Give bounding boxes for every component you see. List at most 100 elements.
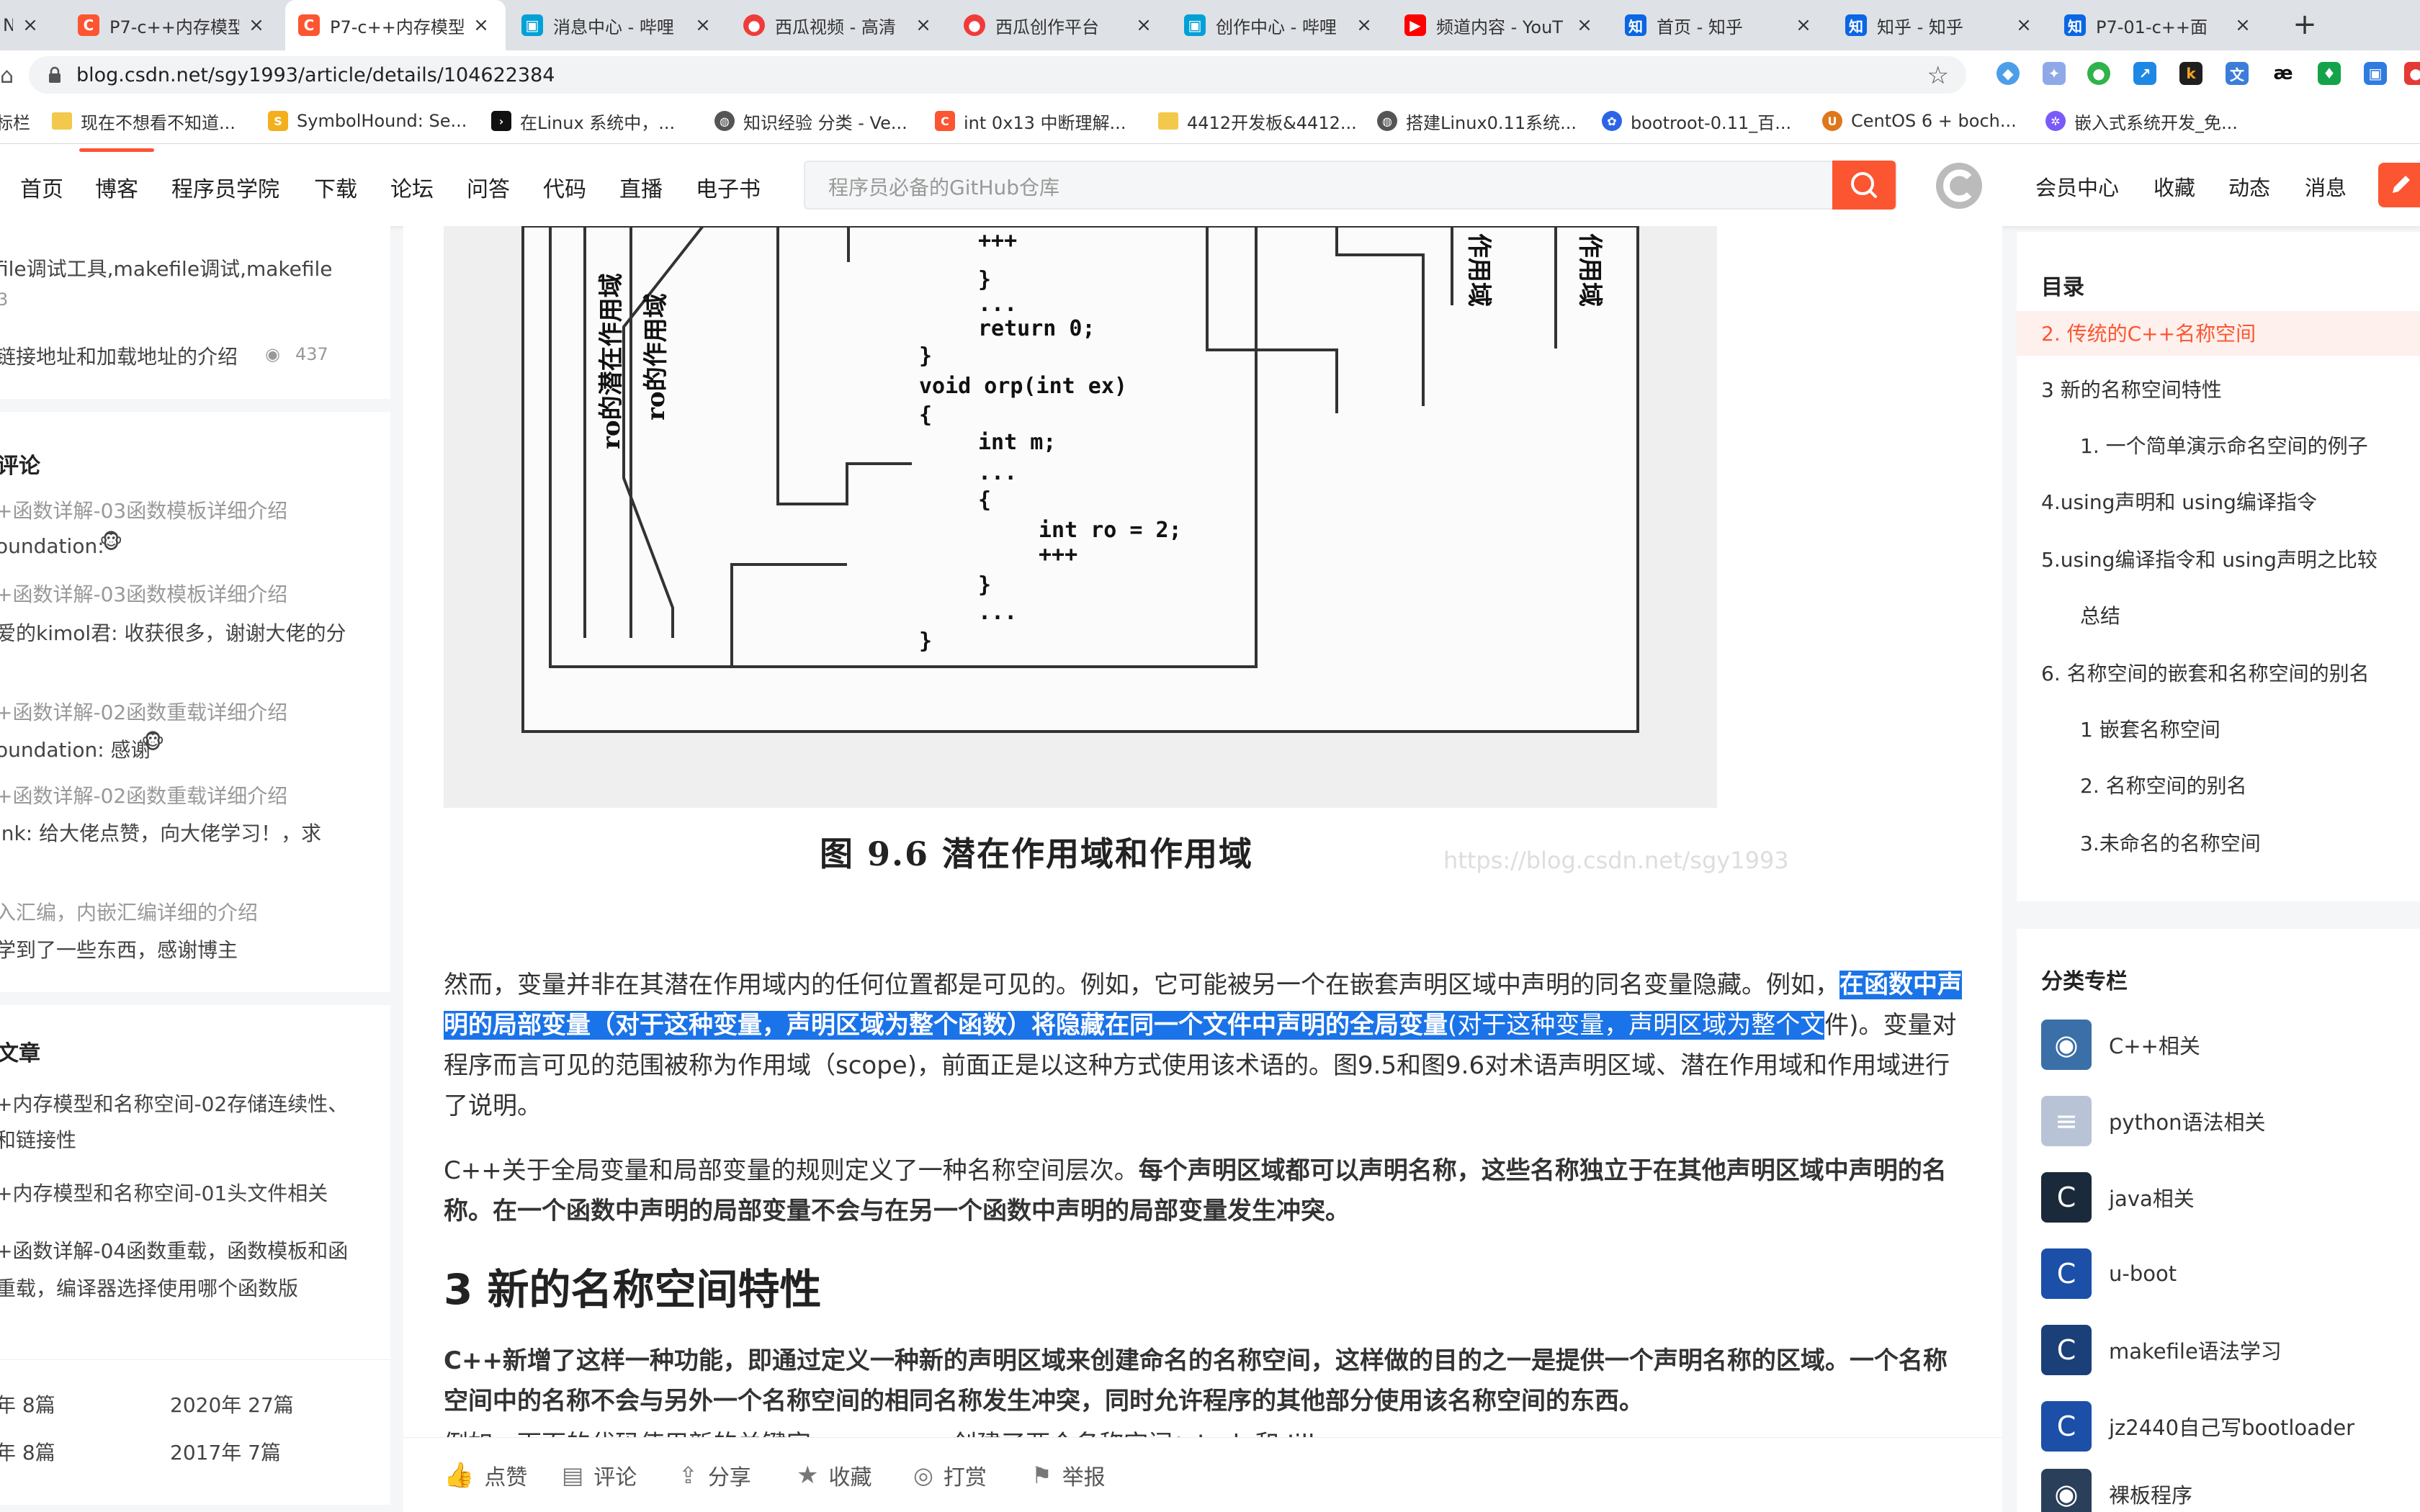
- tab-close-icon[interactable]: ×: [2233, 14, 2253, 36]
- csdn-logo[interactable]: [1935, 161, 1984, 210]
- column-item[interactable]: C makefile语法学习: [2041, 1325, 2282, 1375]
- browser-tab-9[interactable]: 知 知乎 - 知乎 ×: [1832, 0, 2048, 50]
- tab-close-icon[interactable]: ×: [1793, 14, 1814, 36]
- article-link[interactable]: +内存模型和名称空间-02存储连续性、: [0, 1089, 348, 1117]
- comment-article-link[interactable]: +函数详解-02函数重载详细介绍: [0, 697, 287, 726]
- article-link[interactable]: 和链接性: [0, 1125, 76, 1153]
- write-article-button[interactable]: [2378, 163, 2420, 207]
- comment-article-link[interactable]: +函数详解-02函数重载详细介绍: [0, 780, 287, 809]
- bookmark-item[interactable]: ✲ 嵌入式系统开发_免...: [2045, 107, 2238, 135]
- tab-close-icon[interactable]: ×: [2014, 14, 2034, 36]
- nav-qa[interactable]: 问答: [467, 171, 510, 203]
- browser-tab-2-active[interactable]: C P7-c++内存模型 ×: [285, 0, 506, 50]
- column-item[interactable]: ◉ C++相关: [2041, 1020, 2200, 1070]
- toc-item[interactable]: 4.using声明和 using编译指令: [2041, 487, 2317, 516]
- bookmark-folder[interactable]: 现在不想看不知道...: [52, 107, 236, 135]
- bookmark-item[interactable]: ◍ 知识经验 分类 - Ve...: [714, 107, 908, 135]
- toc-item[interactable]: 2. 名称空间的别名: [2080, 770, 2247, 799]
- archive-item[interactable]: 年 8篇: [0, 1437, 55, 1466]
- archive-item[interactable]: 年 8篇: [0, 1390, 55, 1418]
- comment-article-link[interactable]: 入汇编，内嵌汇编详细的介绍: [0, 897, 258, 926]
- toc-item[interactable]: 6. 名称空间的嵌套和名称空间的别名: [2041, 658, 2370, 687]
- selected-text[interactable]: (对于这种变量，声明区域为整个文: [1448, 1011, 1825, 1040]
- nav-academy[interactable]: 程序员学院: [171, 171, 279, 203]
- article-link[interactable]: +函数详解-04函数重载，函数模板和函: [0, 1236, 348, 1264]
- nav-member-center[interactable]: 会员中心: [2035, 171, 2119, 202]
- share-button[interactable]: ⇪ 分享: [678, 1459, 751, 1491]
- home-icon[interactable]: ⌂: [0, 63, 14, 89]
- nav-forum[interactable]: 论坛: [390, 171, 434, 203]
- tab-close-icon[interactable]: ×: [1574, 14, 1595, 36]
- browser-tab-4[interactable]: ● 西瓜视频 - 高清 ×: [730, 0, 948, 50]
- translate-extension-icon[interactable]: 文: [2226, 62, 2249, 85]
- recent-article-link[interactable]: file调试工具,makefile调试,makefile: [0, 253, 332, 282]
- tab-close-icon[interactable]: ×: [471, 14, 491, 36]
- tab-close-icon[interactable]: ×: [20, 14, 40, 36]
- bookmark-item[interactable]: 标栏: [0, 107, 30, 135]
- bookmark-item[interactable]: U CentOS 6 + boch...: [1822, 107, 2017, 135]
- browser-tab-0[interactable]: N ×: [0, 0, 55, 50]
- tab-close-icon[interactable]: ×: [246, 14, 266, 36]
- extension-icon[interactable]: k: [2179, 62, 2202, 85]
- toc-item[interactable]: 3 新的名称空间特性: [2041, 374, 2222, 403]
- comment-article-link[interactable]: +函数详解-03函数模板详细介绍: [0, 495, 287, 524]
- tab-close-icon[interactable]: ×: [913, 14, 933, 36]
- article-link[interactable]: +内存模型和名称空间-01头文件相关: [0, 1178, 328, 1207]
- archive-item[interactable]: 2020年 27篇: [170, 1390, 294, 1418]
- toc-item[interactable]: 5.using编译指令和 using声明之比较: [2041, 544, 2378, 573]
- column-item[interactable]: C u-boot: [2041, 1248, 2177, 1299]
- site-search-field[interactable]: 程序员必备的GitHub仓库: [804, 161, 1897, 210]
- bookmark-item[interactable]: C int 0x13 中断理解...: [935, 107, 1126, 135]
- extension-icon[interactable]: ◆: [1996, 62, 2020, 85]
- browser-tab-6[interactable]: ▣ 创作中心 - 哔哩 ×: [1171, 0, 1389, 50]
- nav-live[interactable]: 直播: [619, 171, 663, 203]
- selected-text[interactable]: 在函数: [1839, 971, 1913, 999]
- bookmark-item[interactable]: › 在Linux 系统中，...: [491, 107, 675, 135]
- toc-item[interactable]: 3.未命名的名称空间: [2080, 828, 2261, 857]
- evernote-extension-icon[interactable]: ●: [2087, 62, 2110, 85]
- bookmark-item[interactable]: ◍ 搭建Linux0.11系统...: [1377, 107, 1577, 135]
- shield-extension-icon[interactable]: ♦: [2318, 62, 2341, 85]
- browser-tab-7[interactable]: ▶ 频道内容 - YouT ×: [1392, 0, 1609, 50]
- extension-icon[interactable]: ▣: [2364, 62, 2387, 85]
- nav-ebook[interactable]: 电子书: [696, 171, 761, 203]
- bookmark-item[interactable]: ✿ bootroot-0.11_百...: [1602, 107, 1791, 135]
- extension-icon[interactable]: ✦: [2043, 62, 2066, 85]
- nav-download[interactable]: 下载: [314, 171, 357, 203]
- favorite-button[interactable]: ★ 收藏: [797, 1459, 871, 1491]
- tab-close-icon[interactable]: ×: [1354, 14, 1374, 36]
- bookmark-star-icon[interactable]: ☆: [1927, 61, 1949, 90]
- reward-button[interactable]: ◎ 打赏: [913, 1459, 987, 1491]
- browser-tab-3[interactable]: ▣ 消息中心 - 哔哩 ×: [508, 0, 727, 50]
- tab-close-icon[interactable]: ×: [1134, 14, 1154, 36]
- nav-messages[interactable]: 消息: [2305, 171, 2347, 202]
- extension-icon[interactable]: æ: [2272, 62, 2295, 85]
- report-button[interactable]: ⚑ 举报: [1031, 1459, 1106, 1491]
- nav-blog[interactable]: 博客: [95, 171, 138, 203]
- comment-button[interactable]: ▤ 评论: [562, 1459, 637, 1491]
- column-item[interactable]: C jz2440自己写bootloader: [2041, 1401, 2354, 1452]
- browser-tab-10[interactable]: 知 P7-01-c++面 ×: [2051, 0, 2267, 50]
- column-item[interactable]: ≡ python语法相关: [2041, 1096, 2265, 1146]
- column-item[interactable]: C java相关: [2041, 1172, 2195, 1223]
- browser-tab-8[interactable]: 知 首页 - 知乎 ×: [1612, 0, 1828, 50]
- nav-favorites[interactable]: 收藏: [2154, 171, 2195, 202]
- browser-tab-1[interactable]: C P7-c++内存模型 ×: [65, 0, 281, 50]
- browser-tab-5[interactable]: ● 西瓜创作平台 ×: [951, 0, 1168, 50]
- like-button[interactable]: 👍 点赞: [444, 1459, 527, 1491]
- comment-article-link[interactable]: +函数详解-03函数模板详细介绍: [0, 579, 287, 608]
- toc-item[interactable]: 2. 传统的C++名称空间: [2041, 318, 2256, 347]
- column-item[interactable]: ◉ 裸板程序: [2041, 1469, 2192, 1512]
- extension-icon[interactable]: ↗: [2133, 62, 2156, 85]
- new-tab-button[interactable]: +: [2288, 9, 2321, 42]
- nav-code[interactable]: 代码: [543, 171, 586, 203]
- bookmark-item[interactable]: S SymbolHound: Se...: [268, 107, 467, 135]
- url-field[interactable]: blog.csdn.net/sgy1993/article/details/10…: [29, 56, 1966, 94]
- bookmark-folder[interactable]: 4412开发板&4412...: [1158, 107, 1357, 135]
- archive-item[interactable]: 2017年 7篇: [170, 1437, 281, 1466]
- toc-item[interactable]: 总结: [2080, 600, 2120, 629]
- tab-close-icon[interactable]: ×: [693, 14, 713, 36]
- article-link[interactable]: 重载，编译器选择使用哪个函数版: [0, 1273, 298, 1302]
- extension-icon[interactable]: ●: [2404, 62, 2420, 85]
- search-button[interactable]: [1832, 161, 1896, 210]
